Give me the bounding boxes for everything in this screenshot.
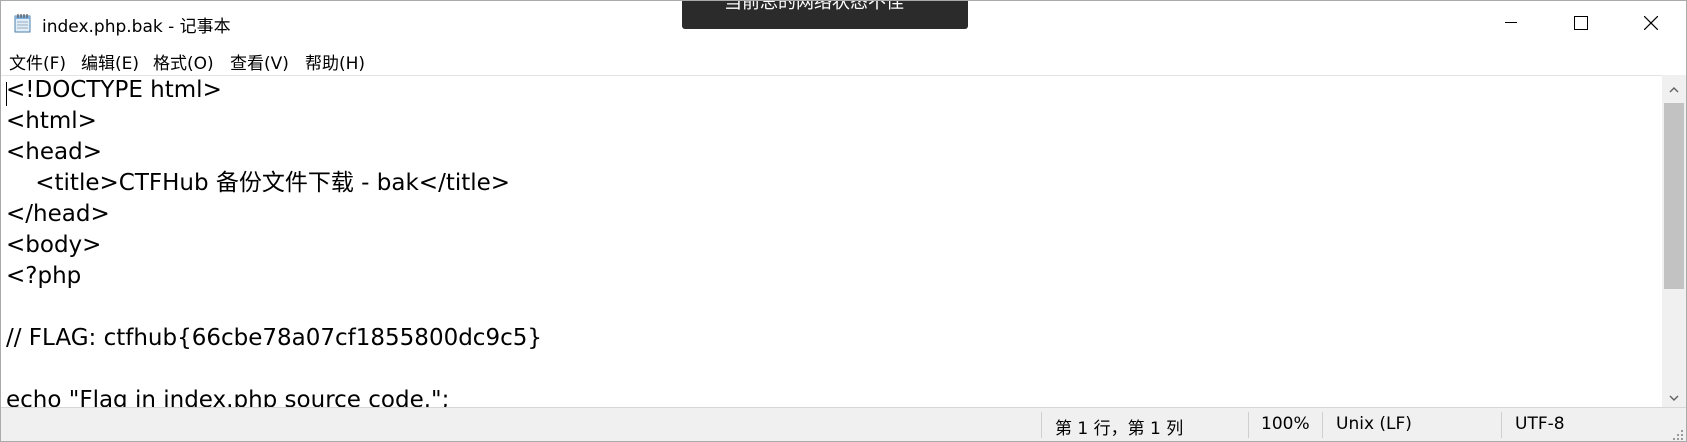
maximize-button[interactable]: [1546, 1, 1616, 45]
status-separator: [1322, 412, 1323, 438]
code-line: <?php: [6, 263, 82, 289]
maximize-icon: [1574, 16, 1588, 30]
menu-file[interactable]: 文件(F): [7, 49, 68, 74]
code-line: <!DOCTYPE html>: [6, 77, 222, 103]
notepad-icon[interactable]: [14, 13, 32, 33]
cursor-position: 第 1 行，第 1 列: [1055, 419, 1184, 439]
text-editor[interactable]: <!DOCTYPE html> <html> <head> <title>CTF…: [1, 75, 1662, 408]
network-toast: 当前总的网络状态不佳: [682, 0, 968, 29]
status-separator: [1248, 412, 1249, 438]
code-line: <title>CTFHub 备份文件下载 - bak</title>: [6, 170, 511, 196]
scroll-up-button[interactable]: [1662, 75, 1686, 99]
menu-view[interactable]: 查看(V): [228, 49, 291, 74]
resize-grip-icon[interactable]: [1670, 426, 1684, 440]
close-icon: [1644, 16, 1658, 30]
notepad-window: index.php.bak - 记事本 当前总的网络状态不佳 文件(F) 编辑(…: [0, 0, 1687, 442]
toast-text: 当前总的网络状态不佳: [724, 0, 904, 13]
menu-edit[interactable]: 编辑(E): [79, 49, 141, 74]
code-line: <html>: [6, 108, 97, 134]
zoom-level: 100%: [1261, 414, 1310, 434]
code-line: // FLAG: ctfhub{66cbe78a07cf1855800dc9c5…: [6, 325, 542, 351]
code-line: echo "Flag in index.php source code.";: [6, 387, 450, 408]
scroll-thumb[interactable]: [1664, 103, 1684, 289]
menu-bar: 文件(F) 编辑(E) 格式(O) 查看(V) 帮助(H): [1, 45, 1686, 75]
scroll-down-button[interactable]: [1662, 383, 1686, 407]
line-ending: Unix (LF): [1336, 414, 1412, 434]
window-title: index.php.bak - 记事本: [42, 17, 231, 37]
chevron-up-icon: [1669, 78, 1679, 97]
status-bar: 第 1 行，第 1 列 100% Unix (LF) UTF-8: [1, 407, 1686, 441]
encoding: UTF-8: [1515, 414, 1565, 434]
menu-format[interactable]: 格式(O): [151, 49, 216, 74]
menu-help[interactable]: 帮助(H): [303, 49, 367, 74]
minimize-button[interactable]: [1476, 1, 1546, 45]
code-line: <head>: [6, 139, 102, 165]
close-button[interactable]: [1616, 1, 1686, 45]
chevron-down-icon: [1669, 386, 1679, 405]
code-line: <body>: [6, 232, 102, 258]
status-separator: [1501, 412, 1502, 438]
minimize-icon: [1505, 22, 1517, 24]
status-separator: [1041, 412, 1042, 438]
vertical-scrollbar[interactable]: [1662, 75, 1686, 407]
code-line: </head>: [6, 201, 110, 227]
